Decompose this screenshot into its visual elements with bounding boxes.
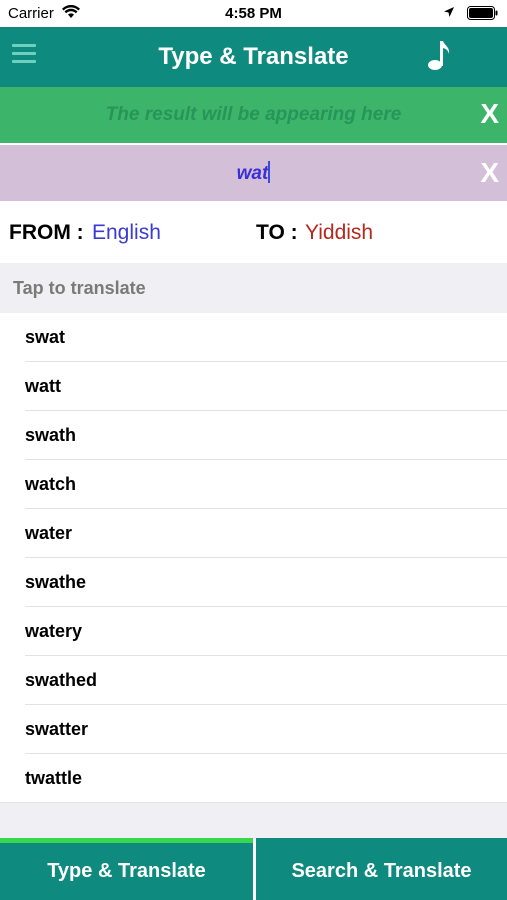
language-selector: FROM : English TO : Yiddish [0,201,507,263]
list-footer [0,803,507,838]
list-item-label: watt [25,376,61,396]
tab-search-translate[interactable]: Search & Translate [256,838,507,900]
suggestions-header: Tap to translate [0,263,507,313]
list-item[interactable]: watery [0,607,507,656]
from-language[interactable]: English [92,221,161,245]
clear-result-button[interactable]: X [480,98,499,130]
translation-result: The result will be appearing here X [0,87,507,143]
list-item-label: swath [25,425,77,445]
list-item-label: water [25,523,73,543]
list-item-label: swatter [25,719,89,739]
navigation-bar: Type & Translate [0,27,507,87]
input-field[interactable]: wat [0,161,507,185]
suggestion-list: swat watt swath watch water swathe water… [0,313,507,803]
to-language[interactable]: Yiddish [305,221,373,245]
tab-type-translate[interactable]: Type & Translate [0,838,253,900]
input-text: wat [236,163,269,184]
list-item-label: swathed [25,670,98,690]
tab-search-translate-label: Search & Translate [291,860,472,882]
result-placeholder: The result will be appearing here [105,104,402,125]
battery-icon [467,6,498,20]
list-item[interactable]: watch [0,460,507,509]
active-tab-indicator [0,838,253,843]
list-item[interactable]: water [0,509,507,558]
clear-input-button[interactable]: X [480,157,499,189]
list-item[interactable]: swathed [0,656,507,705]
from-label: FROM : [9,221,84,244]
tab-type-translate-label: Type & Translate [47,860,206,882]
translation-input[interactable]: wat X [0,145,507,201]
list-item[interactable]: twattle [0,754,507,803]
music-note-icon[interactable] [427,38,451,72]
to-label: TO : [256,221,298,244]
list-item[interactable]: swathe [0,558,507,607]
tab-bar: Type & Translate Search & Translate [0,838,507,900]
suggestions-header-label: Tap to translate [13,278,146,298]
list-item-label: swat [25,327,66,347]
list-item-label: twattle [25,768,83,788]
list-item[interactable]: swat [0,313,507,362]
list-item-label: watch [25,474,77,494]
list-item-label: watery [25,621,83,641]
list-item-label: swathe [25,572,87,592]
list-item[interactable]: watt [0,362,507,411]
text-cursor [268,161,271,183]
location-arrow-icon [444,7,454,17]
status-bar: Carrier 4:58 PM [0,0,507,27]
clock: 4:58 PM [225,5,282,22]
list-item[interactable]: swath [0,411,507,460]
list-item[interactable]: swatter [0,705,507,754]
